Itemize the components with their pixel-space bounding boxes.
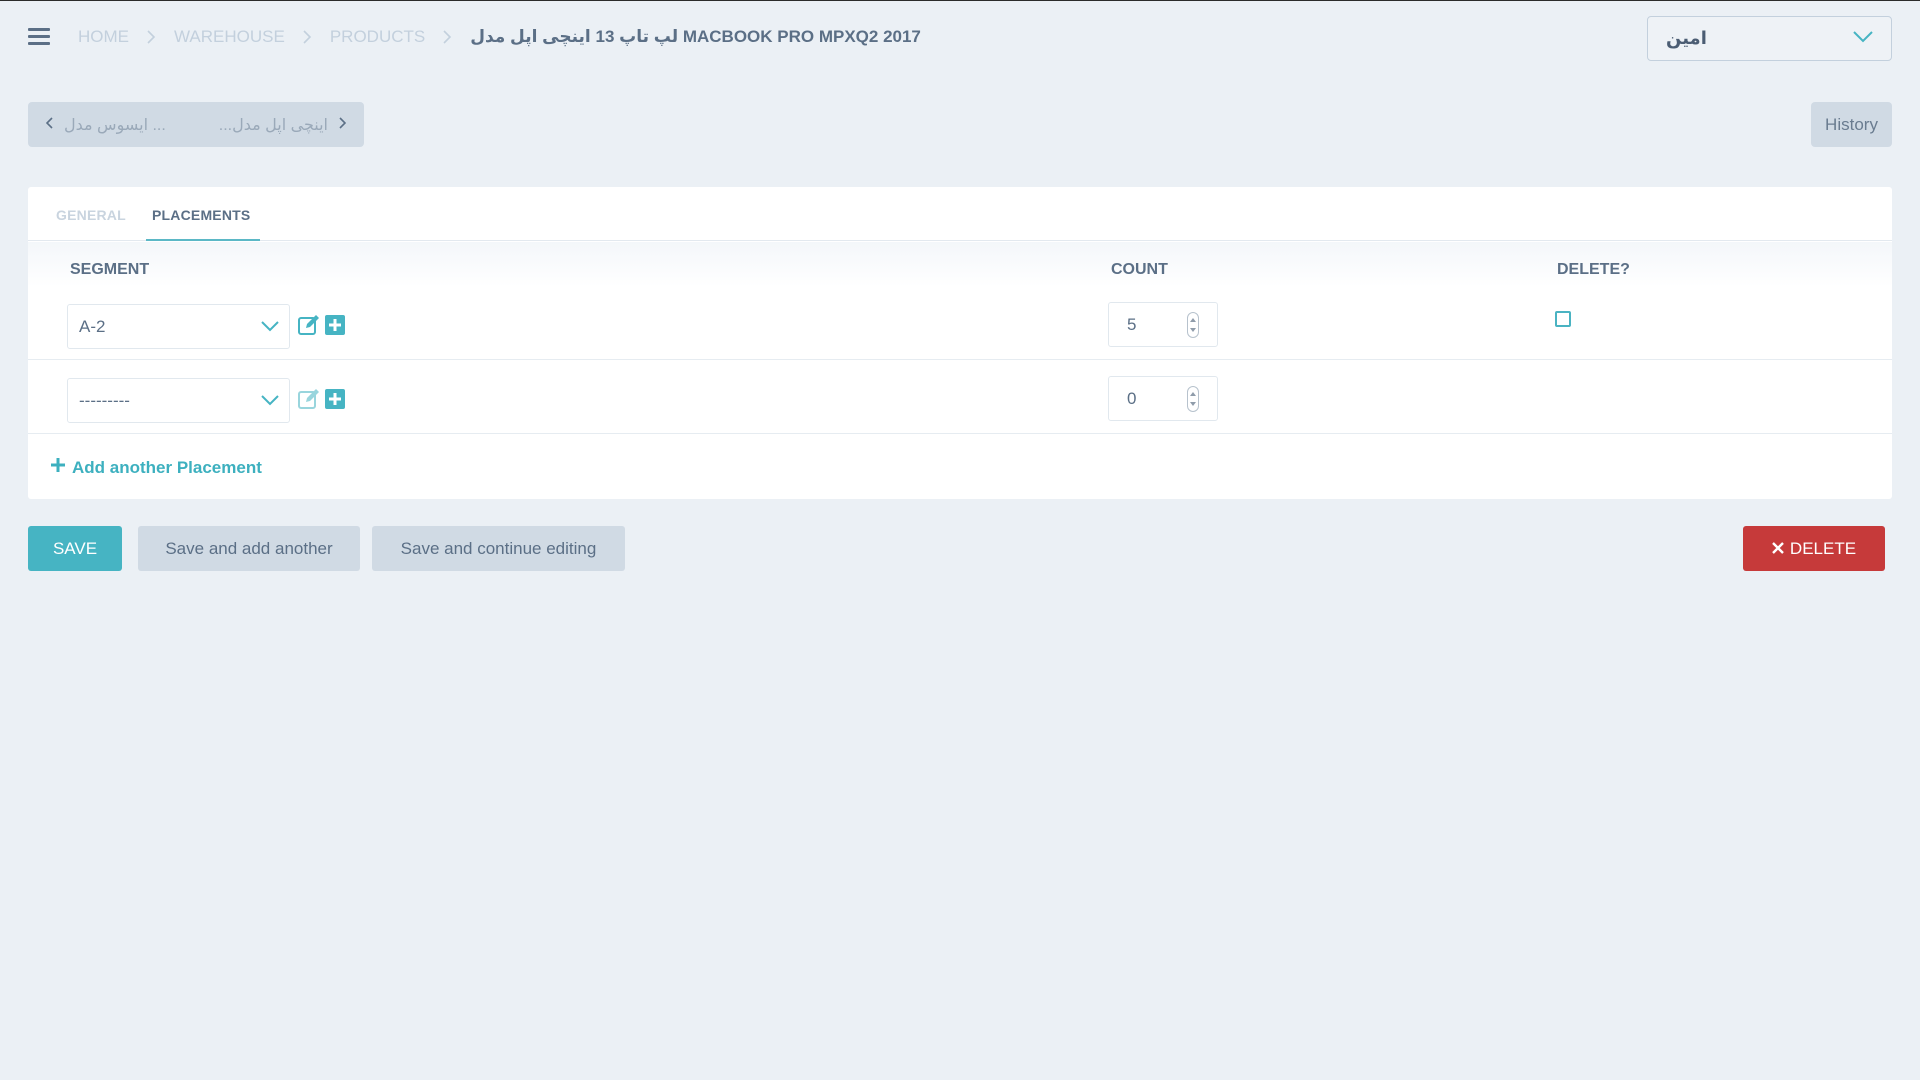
object-navigation: ایسوس مدل ... ...اینچی اپل مدل	[28, 102, 364, 147]
tab-bar: GENERAL PLACEMENTS	[28, 187, 1892, 241]
history-button[interactable]: History	[1811, 102, 1892, 147]
chevron-right-icon	[147, 30, 156, 44]
add-placement-link[interactable]: Add another Placement	[50, 457, 262, 478]
add-related-icon[interactable]	[325, 389, 345, 409]
count-input[interactable]: 5	[1108, 302, 1218, 347]
count-value: 5	[1127, 314, 1137, 334]
next-object-link[interactable]: ...اینچی اپل مدل	[218, 115, 347, 135]
delete-label: DELETE	[1789, 538, 1857, 558]
edit-icon[interactable]	[297, 387, 321, 411]
chevron-down-icon	[1853, 30, 1873, 48]
user-name: امین	[1666, 28, 1707, 48]
hamburger-menu-icon[interactable]	[28, 28, 50, 46]
edit-icon[interactable]	[297, 313, 321, 337]
spinner-arrows-icon[interactable]	[1187, 386, 1199, 412]
close-icon	[1772, 539, 1784, 559]
tab-placements[interactable]: PLACEMENTS	[152, 207, 250, 223]
spinner-arrows-icon[interactable]	[1187, 312, 1199, 338]
breadcrumb-warehouse[interactable]: WAREHOUSE	[174, 27, 285, 47]
count-value: 0	[1127, 388, 1137, 408]
column-header-segment: SEGMENT	[70, 261, 150, 278]
segment-select[interactable]: A-2	[67, 304, 290, 349]
placements-card: GENERAL PLACEMENTS SEGMENT COUNT DELETE?…	[28, 187, 1892, 499]
previous-object-label: ایسوس مدل ...	[64, 116, 166, 134]
breadcrumb: HOME WAREHOUSE PRODUCTS لپ تاپ 13 اینچی …	[78, 27, 921, 47]
top-bar: HOME WAREHOUSE PRODUCTS لپ تاپ 13 اینچی …	[0, 1, 1920, 75]
breadcrumb-products[interactable]: PRODUCTS	[330, 27, 425, 47]
save-button[interactable]: SAVE	[28, 526, 122, 571]
count-input[interactable]: 0	[1108, 376, 1218, 421]
table-header: SEGMENT COUNT DELETE?	[28, 242, 1892, 287]
add-placement-label: Add another Placement	[72, 457, 262, 477]
table-row: A-2 5	[28, 287, 1892, 360]
previous-object-link[interactable]: ایسوس مدل ...	[45, 115, 166, 135]
chevron-left-icon	[45, 116, 54, 134]
save-and-add-another-button[interactable]: Save and add another	[138, 526, 360, 571]
plus-icon	[50, 457, 66, 478]
delete-checkbox[interactable]	[1555, 311, 1571, 327]
column-header-delete: DELETE?	[1557, 261, 1630, 278]
next-object-label: ...اینچی اپل مدل	[218, 116, 328, 134]
tab-general[interactable]: GENERAL	[56, 207, 126, 223]
chevron-down-icon	[261, 317, 279, 337]
active-tab-indicator	[146, 239, 260, 241]
chevron-right-icon	[338, 116, 347, 134]
delete-button[interactable]: DELETE	[1743, 526, 1885, 571]
user-select[interactable]: امین	[1647, 16, 1892, 61]
segment-value: ---------	[79, 390, 130, 410]
segment-value: A-2	[79, 316, 106, 336]
breadcrumb-home[interactable]: HOME	[78, 27, 129, 47]
segment-select[interactable]: ---------	[67, 378, 290, 423]
chevron-down-icon	[261, 391, 279, 411]
chevron-right-icon	[443, 30, 452, 44]
chevron-right-icon	[303, 30, 312, 44]
column-header-count: COUNT	[1111, 261, 1168, 278]
breadcrumb-current: لپ تاپ 13 اینچی اپل مدل MACBOOK PRO MPXQ…	[470, 27, 921, 46]
table-row: --------- 0	[28, 361, 1892, 434]
add-related-icon[interactable]	[325, 315, 345, 335]
save-and-continue-button[interactable]: Save and continue editing	[372, 526, 625, 571]
